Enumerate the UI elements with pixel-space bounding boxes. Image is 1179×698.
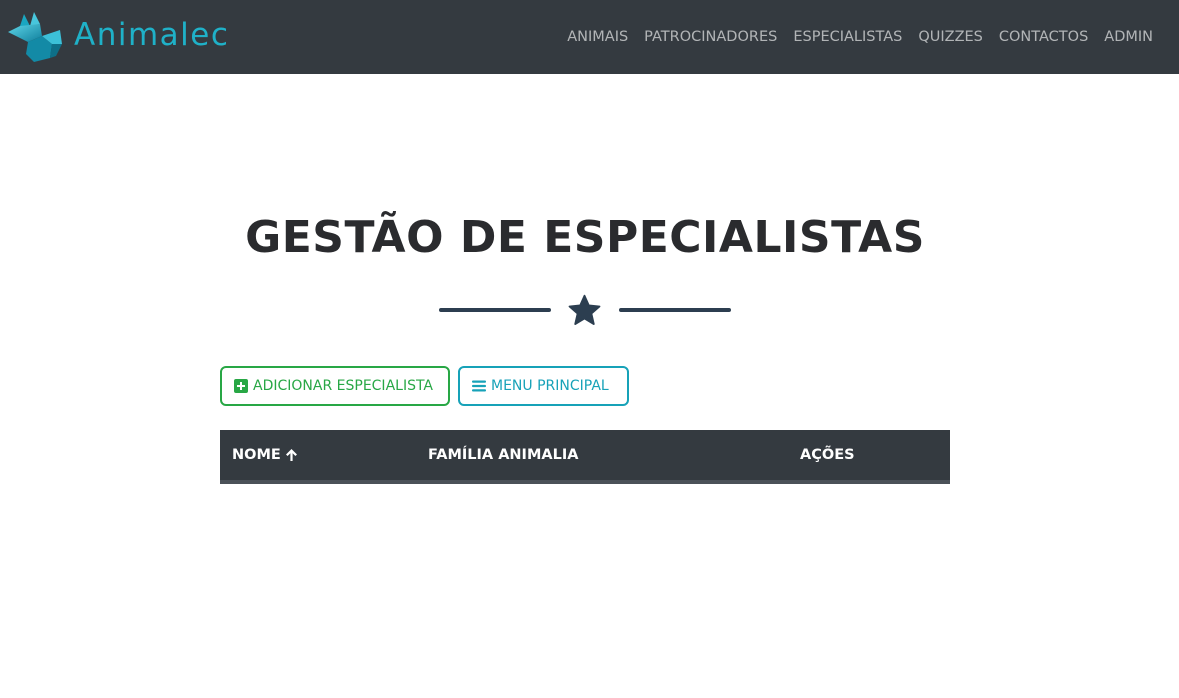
column-header-familia-label: FAMÍLIA ANIMALIA [428,447,579,463]
main-menu-button[interactable]: MENU PRINCIPAL [458,366,629,406]
add-specialist-label: ADICIONAR ESPECIALISTA [253,378,433,394]
navbar: Animalec ANIMAIS PATROCINADORES ESPECIAL… [0,0,1179,74]
column-header-familia: FAMÍLIA ANIMALIA [428,430,578,480]
column-header-acoes-label: AÇÕES [800,447,855,463]
add-specialist-button[interactable]: ADICIONAR ESPECIALISTA [220,366,450,406]
divider-line-left [439,308,551,312]
nav-item: ANIMAIS [559,29,636,45]
main-menu-label: MENU PRINCIPAL [491,378,609,394]
divider-line-right [619,308,731,312]
nav-link-admin[interactable]: ADMIN [1096,29,1161,45]
title-divider [439,292,731,330]
nav-link-contactos[interactable]: CONTACTOS [991,29,1096,45]
brand-link[interactable]: Animalec [6,10,229,64]
column-header-nome[interactable]: NOME [232,430,298,480]
star-icon [568,294,601,325]
nav-item: ESPECIALISTAS [785,29,910,45]
nav-item: QUIZZES [910,29,991,45]
arrow-up-icon [285,449,297,461]
nav-link-especialistas[interactable]: ESPECIALISTAS [785,29,910,45]
nav-link-patrocinadores[interactable]: PATROCINADORES [636,29,785,45]
nav-menu: ANIMAIS PATROCINADORES ESPECIALISTAS QUI… [559,0,1161,74]
column-header-nome-label: NOME [232,447,281,463]
nav-item: ADMIN [1096,29,1161,45]
nav-item: CONTACTOS [991,29,1096,45]
column-header-acoes: AÇÕES [800,430,855,480]
nav-item: PATROCINADORES [636,29,785,45]
fox-logo-icon [8,12,62,62]
plus-square-icon [234,379,248,393]
page-title: GESTÃO DE ESPECIALISTAS [245,212,925,263]
specialists-table: NOME FAMÍLIA ANIMALIA AÇÕES [220,430,950,484]
brand-name: Animalec [74,16,230,53]
nav-link-quizzes[interactable]: QUIZZES [910,29,991,45]
nav-link-animais[interactable]: ANIMAIS [559,29,636,45]
bars-icon [472,380,486,392]
